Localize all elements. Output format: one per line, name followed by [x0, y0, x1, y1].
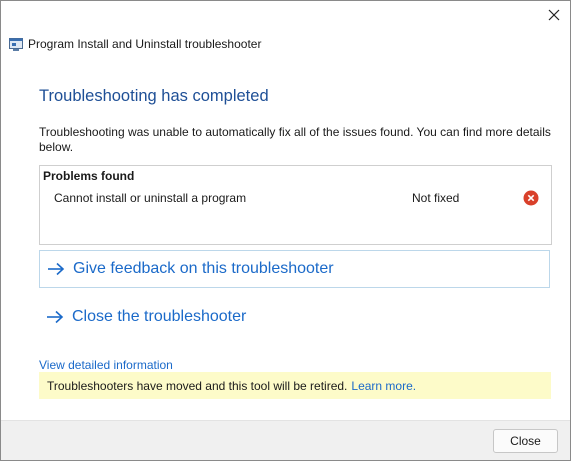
retirement-banner: Troubleshooters have moved and this tool…	[39, 372, 551, 399]
result-description: Troubleshooting was unable to automatica…	[39, 125, 551, 154]
give-feedback-label: Give feedback on this troubleshooter	[73, 260, 334, 277]
arrow-right-icon	[48, 262, 65, 276]
close-icon[interactable]	[546, 7, 562, 23]
close-troubleshooter-link[interactable]: Close the troubleshooter	[39, 298, 550, 336]
dialog-footer: Close	[1, 420, 570, 460]
give-feedback-link[interactable]: Give feedback on this troubleshooter	[39, 250, 550, 288]
problems-found-header: Problems found	[43, 169, 135, 183]
program-install-icon	[9, 37, 23, 51]
error-x-icon	[523, 190, 539, 206]
view-detailed-information-link[interactable]: View detailed information	[39, 358, 173, 372]
problem-row: Cannot install or uninstall a program No…	[40, 190, 551, 208]
learn-more-link[interactable]: Learn more.	[351, 379, 416, 393]
problems-found-panel: Problems found Cannot install or uninsta…	[39, 165, 552, 245]
page-title: Troubleshooting has completed	[39, 87, 269, 105]
window-title: Program Install and Uninstall troublesho…	[28, 37, 262, 51]
arrow-right-icon	[47, 310, 64, 324]
problem-name: Cannot install or uninstall a program	[54, 191, 247, 205]
window-title-bar: Program Install and Uninstall troublesho…	[9, 37, 261, 51]
banner-text: Troubleshooters have moved and this tool…	[47, 378, 348, 393]
problem-status: Not fixed	[412, 191, 460, 205]
close-button[interactable]: Close	[493, 429, 558, 453]
close-troubleshooter-label: Close the troubleshooter	[72, 308, 247, 325]
troubleshooter-window: Program Install and Uninstall troublesho…	[0, 0, 571, 461]
